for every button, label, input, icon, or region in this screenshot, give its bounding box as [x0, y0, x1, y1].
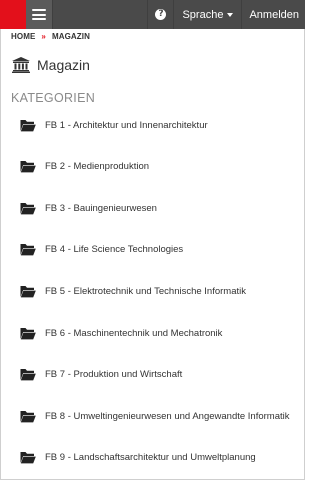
category-label: FB 3 - Bauingenieurwesen: [45, 202, 157, 214]
category-item[interactable]: FB 7 - Produktion und Wirtschaft: [20, 366, 182, 382]
language-label: Sprache: [182, 8, 224, 21]
category-item[interactable]: FB 6 - Maschinentechnik und Mechatronik: [20, 325, 222, 341]
categories-heading: KATEGORIEN: [11, 91, 96, 105]
folder-open-icon: [20, 202, 36, 214]
menu-button[interactable]: [26, 0, 53, 29]
category-item[interactable]: FB 8 - Umweltingenieurwesen und Angewand…: [20, 408, 290, 424]
folder-open-icon: [20, 327, 36, 339]
breadcrumb-current: MAGAZIN: [51, 31, 90, 41]
help-button[interactable]: ?: [147, 0, 173, 29]
institution-icon: [12, 57, 30, 73]
caret-down-icon: [227, 12, 234, 17]
login-button[interactable]: Anmelden: [241, 0, 305, 29]
question-circle-icon: ?: [155, 9, 167, 20]
folder-open-icon: [20, 410, 36, 422]
top-navigation-bar: ? Sprache Anmelden: [0, 0, 305, 29]
category-item[interactable]: FB 2 - Medienproduktion: [20, 158, 149, 174]
category-label: FB 1 - Architektur und Innenarchitektur: [45, 119, 208, 131]
category-item[interactable]: FB 3 - Bauingenieurwesen: [20, 200, 157, 216]
folder-open-icon: [20, 243, 36, 255]
folder-open-icon: [20, 119, 36, 131]
category-label: FB 8 - Umweltingenieurwesen und Angewand…: [45, 410, 290, 422]
folder-open-icon: [20, 451, 36, 463]
breadcrumb-separator: »: [41, 31, 46, 41]
category-item[interactable]: FB 4 - Life Science Technologies: [20, 241, 183, 257]
page-title: Magazin: [12, 57, 90, 73]
category-item[interactable]: FB 1 - Architektur und Innenarchitektur: [20, 117, 208, 133]
category-label: FB 5 - Elektrotechnik und Technische Inf…: [45, 285, 247, 297]
brand-block[interactable]: [0, 0, 26, 29]
category-label: FB 2 - Medienproduktion: [45, 160, 150, 172]
category-label: FB 9 - Landschaftsarchitektur und Umwelt…: [45, 451, 256, 463]
folder-open-icon: [20, 368, 36, 380]
language-dropdown[interactable]: Sprache: [173, 0, 241, 29]
folder-open-icon: [20, 160, 36, 172]
category-label: FB 7 - Produktion und Wirtschaft: [45, 368, 183, 380]
category-label: FB 4 - Life Science Technologies: [45, 243, 184, 255]
folder-open-icon: [20, 285, 36, 297]
hamburger-menu-icon: [32, 9, 46, 20]
category-item[interactable]: FB 5 - Elektrotechnik und Technische Inf…: [20, 283, 246, 299]
breadcrumb: HOME » MAGAZIN: [11, 31, 90, 41]
page-title-text: Magazin: [37, 57, 90, 73]
login-label: Anmelden: [249, 8, 299, 21]
category-label: FB 6 - Maschinentechnik und Mechatronik: [45, 327, 223, 339]
category-item[interactable]: FB 9 - Landschaftsarchitektur und Umwelt…: [20, 449, 256, 465]
breadcrumb-home[interactable]: HOME: [11, 32, 35, 41]
